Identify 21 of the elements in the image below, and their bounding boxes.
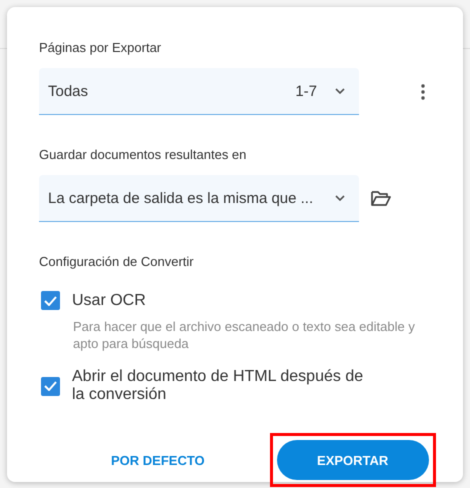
checkbox[interactable] [41, 376, 60, 396]
dropdown-field[interactable]: La carpeta de salida es la misma que ... [39, 175, 359, 222]
section-title: Páginas por Exportar [39, 40, 162, 55]
folder-icon[interactable] [371, 191, 391, 206]
dropdown-value: Todas [48, 82, 90, 100]
checkbox[interactable] [41, 291, 60, 310]
default-button[interactable]: POR DEFECTO [109, 444, 207, 476]
option-description: Para hacer que el archivo escaneado o texto sea editable y apto para búsqueda [73, 318, 416, 352]
chevron-down-icon [335, 88, 345, 94]
checkbox-label: Usar OCR [72, 292, 147, 310]
page-range: 1-7 [295, 82, 317, 100]
checkmark-icon [44, 381, 57, 391]
export-button[interactable]: EXPORTAR [276, 440, 429, 480]
dropdown-value: La carpeta de salida es la misma que ... [48, 190, 314, 206]
dropdown-field[interactable]: Todas 1-7 [39, 68, 359, 115]
more-options-icon[interactable] [421, 84, 425, 100]
section-title: Guardar documentos resultantes en [39, 147, 248, 162]
chevron-down-icon [335, 195, 345, 201]
checkmark-icon [44, 296, 57, 306]
checkbox-label: Abrir el documento de HTML después de la conversión [72, 368, 364, 404]
section-title: Configuración de Convertir [39, 254, 195, 269]
